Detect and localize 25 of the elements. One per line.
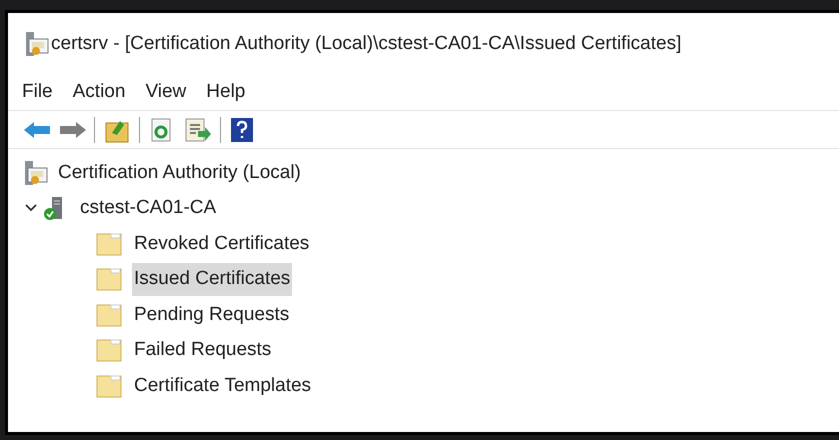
folder-icon bbox=[96, 338, 122, 362]
expand-chevron-icon[interactable] bbox=[24, 203, 38, 214]
certificate-server-icon bbox=[23, 31, 49, 57]
menu-item[interactable]: Action bbox=[62, 78, 136, 108]
certificate-server-icon bbox=[22, 160, 48, 186]
tree-item[interactable]: Certification Authority (Local) bbox=[56, 156, 303, 189]
folder-icon bbox=[96, 374, 122, 398]
menu-item[interactable]: Help bbox=[196, 78, 256, 108]
folder-icon bbox=[96, 232, 122, 256]
help-icon bbox=[230, 116, 254, 142]
tree-item[interactable]: Certificate Templates bbox=[132, 370, 314, 402]
tree-item[interactable]: cstest-CA01-CA bbox=[78, 192, 218, 224]
forward-arrow-icon bbox=[59, 120, 87, 138]
menu-item[interactable]: File bbox=[22, 78, 63, 108]
window-title: certsrv - [Certification Authority (Local)\cstest-CA01-CA\Issued Certificates] bbox=[51, 32, 682, 56]
export-list-icon bbox=[184, 116, 212, 142]
tree-item[interactable]: Failed Requests bbox=[132, 334, 274, 366]
tree-item[interactable]: Pending Requests bbox=[132, 298, 292, 331]
tree-item[interactable]: Revoked Certificates bbox=[132, 228, 312, 260]
folder-icon bbox=[96, 267, 122, 292]
refresh-document-icon bbox=[150, 116, 172, 142]
folder-icon bbox=[96, 302, 122, 327]
menu-item[interactable]: View bbox=[135, 78, 196, 108]
tree-item[interactable]: Issued Certificates bbox=[132, 263, 292, 296]
back-arrow-icon bbox=[23, 120, 51, 138]
